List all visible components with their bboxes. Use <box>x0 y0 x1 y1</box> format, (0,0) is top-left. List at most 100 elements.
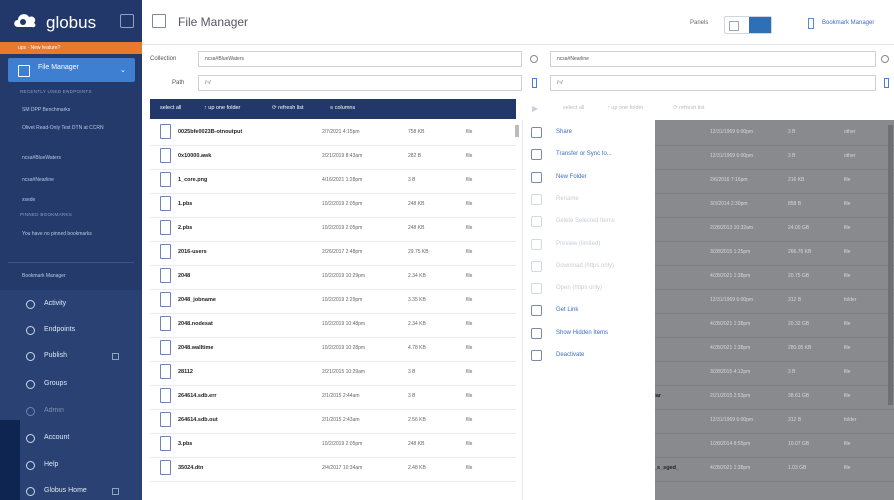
table-row[interactable]: 28112 2/21/2015 10:29am 3 B file <box>150 361 516 386</box>
file-size: 24.00 GB <box>788 225 810 231</box>
table-row[interactable]: 2/6/2016 7:16pm 216 KB file <box>654 169 894 194</box>
table-row[interactable]: 1/28/2014 8:55pm 10.07 GB file <box>654 433 894 458</box>
table-row[interactable]: 2/28/2013 10:32am 24.00 GB file <box>654 217 894 242</box>
menu-item-label: Share <box>556 129 573 135</box>
menu-item-preview[interactable]: Preview (limited) <box>523 234 655 256</box>
table-row[interactable]: 0025bfe0023B-otnoutput 2/7/2021 4:15pm 758… <box>150 121 516 146</box>
table-row[interactable]: 4/28/2021 1:38pm 280.05 KB file <box>654 337 894 362</box>
table-row[interactable]: 3/28/2015 4:12pm 3 B file <box>654 361 894 386</box>
nav-item-endpoints[interactable]: Endpoints <box>22 323 137 339</box>
nav-item-globus-home[interactable]: Globus Home <box>22 484 137 500</box>
transfer-arrow-icon[interactable]: ▶ <box>532 104 538 113</box>
menu-item-link[interactable]: Get Link <box>523 300 655 322</box>
up-folder-label: up one folder <box>611 105 644 111</box>
sidebar-bookmark-manager[interactable]: Bookmark Manager <box>22 273 137 280</box>
table-row[interactable]: 3/3/2014 2:30pm 858 B file <box>654 193 894 218</box>
help-icon <box>26 461 35 470</box>
file-perm: file <box>844 273 851 279</box>
file-icon <box>160 388 171 403</box>
recent-endpoint-item[interactable]: Olivet Read-Only Test DTN at CCRN <box>22 125 137 132</box>
scrollbar[interactable] <box>515 125 519 137</box>
bookmark-manager-link[interactable]: Bookmark Manager <box>822 20 874 26</box>
collection-input-left[interactable]: ncsa#BlueWaters <box>198 51 522 67</box>
dual-panel-icon[interactable] <box>749 17 771 33</box>
notice-banner[interactable]: ups · New feature? <box>0 42 142 54</box>
file-date: 12/31/1969 6:00pm <box>710 297 754 303</box>
table-row[interactable]: 0x10000.awk 2/21/2019 8:43am 282 B file <box>150 145 516 170</box>
path-input-right[interactable]: /~/ <box>550 75 876 91</box>
menu-item-share[interactable]: Share <box>523 122 655 144</box>
file-perm: file <box>466 369 473 375</box>
search-icon[interactable] <box>881 55 889 63</box>
file-perm: file <box>466 249 473 255</box>
menu-item-open[interactable]: Open (https only) <box>523 278 655 300</box>
table-row[interactable]: 2048_jobname 10/2/2019 2:29pm 3.35 KB file <box>150 289 516 314</box>
table-row[interactable]: 3/28/2015 1:25pm 266.76 KB file <box>654 241 894 266</box>
file-size: 38.61 GB <box>788 393 810 399</box>
bookmark-icon[interactable] <box>884 78 889 88</box>
menu-item-deactivate[interactable]: Deactivate <box>523 345 655 367</box>
nav-item-help[interactable]: Help <box>22 458 137 474</box>
recent-endpoint-item[interactable]: ncsa#BlueWaters <box>22 155 137 162</box>
nav-item-activity[interactable]: Activity <box>22 297 137 313</box>
select-all-button[interactable]: select all <box>563 105 584 111</box>
table-row[interactable]: 35024.dtn 2/4/2017 10:34am 2.48 KB file <box>150 457 516 482</box>
table-row[interactable]: 1.pbs 10/2/2019 2:05pm 248 KB file <box>150 193 516 218</box>
chevron-down-icon: ⌄ <box>120 67 126 74</box>
panels-toggle[interactable] <box>724 16 772 34</box>
table-row[interactable]: 4/28/2021 1:38pm 20.32 GB file <box>654 313 894 338</box>
recent-endpoint-item[interactable]: xsede <box>22 197 137 204</box>
table-row[interactable]: 12/31/1969 6:00pm 312 B folder <box>654 289 894 314</box>
single-panel-icon[interactable] <box>729 21 739 31</box>
groups-icon <box>26 380 35 389</box>
bookmark-icon[interactable] <box>532 78 537 88</box>
table-row[interactable]: 2048.nodesat 10/2/2019 10:48pm 2.34 KB file <box>150 313 516 338</box>
select-all-button[interactable]: select all <box>160 105 181 111</box>
table-row[interactable]: 4/28/2021 1:38pm 20.75 GB file <box>654 265 894 290</box>
table-row[interactable]: _s_sged_ 4/28/2021 1:38pm 1.03 GB file <box>654 457 894 482</box>
collapse-sidebar-icon[interactable] <box>120 14 134 28</box>
search-icon[interactable] <box>530 55 538 63</box>
collection-input-right[interactable]: ncsa#Nearline <box>550 51 876 67</box>
table-row[interactable]: 264614.sdb.out 2/1/2015 2:43am 2.56 KB file <box>150 409 516 434</box>
refresh-button[interactable]: ⟳ refresh list <box>673 105 705 111</box>
table-row[interactable]: 12/31/1969 6:00pm 312 B folder <box>654 409 894 434</box>
menu-item-delete[interactable]: Delete Selected Items <box>523 211 655 233</box>
table-row[interactable]: tar 2/21/2015 2:53pm 38.61 GB file <box>654 385 894 410</box>
page-header: File Manager Panels Bookmark Manager <box>142 0 894 45</box>
file-perm: file <box>466 321 473 327</box>
sidebar-item-file-manager[interactable]: File Manager ⌄ <box>8 58 135 82</box>
up-folder-button[interactable]: ↑ up one folder <box>607 105 643 111</box>
table-row[interactable]: 12/31/1969 6:00pm 3 B other <box>654 145 894 170</box>
menu-item-download[interactable]: Download (https only) <box>523 256 655 278</box>
table-row[interactable]: 12/31/1969 6:00pm 3 B other <box>654 121 894 146</box>
menu-item-transfer[interactable]: Transfer or Sync to... <box>523 144 655 166</box>
up-folder-button[interactable]: ↑ up one folder <box>204 105 240 111</box>
nav-item-publish[interactable]: Publish <box>22 349 137 365</box>
table-row[interactable]: 2048 10/2/2019 10:29pm 2.34 KB file <box>150 265 516 290</box>
file-date: 10/2/2019 2:29pm <box>322 297 363 303</box>
table-row[interactable]: 2016-users 2/26/2017 2:48pm 29.75 KB file <box>150 241 516 266</box>
menu-item-hidden[interactable]: Show Hidden Items <box>523 323 655 345</box>
recent-endpoint-item[interactable]: ncsa#Nearline <box>22 177 137 184</box>
table-row[interactable]: 3.pbs 10/2/2019 2:05pm 248 KB file <box>150 433 516 458</box>
table-row[interactable]: 264614.sdb.err 2/1/2015 2:44am 3 B file <box>150 385 516 410</box>
file-icon <box>160 316 171 331</box>
table-row[interactable]: 2048.walltime 10/2/2019 10:28pm 4.78 KB fil… <box>150 337 516 362</box>
nav-item-admin[interactable]: Admin <box>22 404 137 420</box>
globus-logo[interactable]: globus <box>0 0 142 42</box>
columns-button[interactable]: ≡ columns <box>330 105 355 111</box>
scrollbar[interactable] <box>888 125 893 405</box>
path-input-left[interactable]: /~/ <box>198 75 522 91</box>
nav-item-groups[interactable]: Groups <box>22 377 137 393</box>
menu-item-new-folder[interactable]: New Folder <box>523 167 655 189</box>
file-icon <box>160 244 171 259</box>
refresh-label: refresh list <box>679 105 705 111</box>
recent-endpoint-item[interactable]: SM DPP Benchmarks <box>22 107 137 114</box>
file-perm: folder <box>844 417 857 423</box>
table-row[interactable]: 1_core.png 4/16/2021 1:28pm 3 B file <box>150 169 516 194</box>
nav-item-account[interactable]: Account <box>22 431 137 447</box>
refresh-button[interactable]: ⟳ refresh list <box>272 105 304 111</box>
menu-item-rename[interactable]: Rename <box>523 189 655 211</box>
table-row[interactable]: 2.pbs 10/2/2019 2:05pm 248 KB file <box>150 217 516 242</box>
